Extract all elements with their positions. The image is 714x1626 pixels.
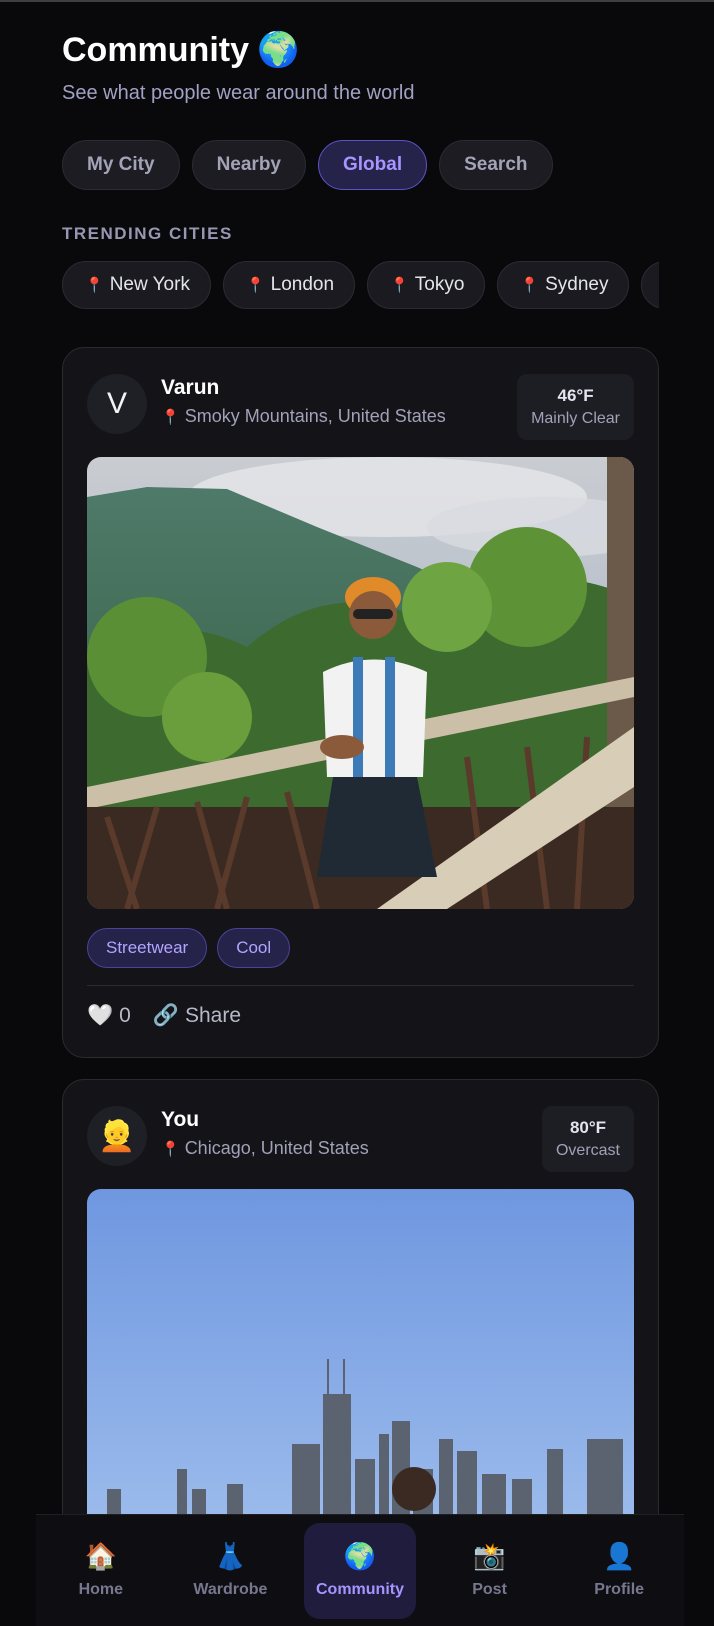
city-name: Tokyo <box>414 274 465 295</box>
pin-icon: 📍 <box>520 277 540 294</box>
nav-community[interactable]: 🌍 Community <box>303 1523 416 1619</box>
city-chip-new-york[interactable]: 📍 New York <box>62 261 211 309</box>
dress-icon: 👗 <box>214 1541 247 1571</box>
city-chip-london[interactable]: 📍 London <box>222 261 356 309</box>
nav-profile[interactable]: 👤 Profile <box>563 1523 675 1619</box>
feed-tabs: My City Nearby Global Search <box>62 140 553 190</box>
tab-my-city[interactable]: My City <box>62 140 180 190</box>
pin-icon: 📍 <box>161 1140 180 1158</box>
weather-badge: 80°F Overcast <box>541 1106 634 1172</box>
city-chip-sydney[interactable]: 📍 Sydney <box>497 261 630 309</box>
home-icon: 🏠 <box>84 1541 117 1571</box>
nav-label: Wardrobe <box>193 1581 268 1598</box>
tab-global[interactable]: Global <box>318 140 428 190</box>
camera-icon: 📸 <box>473 1541 506 1571</box>
outfit-photo-mountains <box>87 457 634 909</box>
post-location: 📍 Chicago, United States <box>161 1138 369 1159</box>
post-photo[interactable] <box>87 457 634 909</box>
post-header: 👱 You 📍 Chicago, United States 80°F Over… <box>87 1106 634 1172</box>
share-button[interactable]: 🔗 Share <box>153 1004 241 1028</box>
like-count: 0 <box>119 1004 131 1027</box>
like-button[interactable]: 🤍 0 <box>87 1004 131 1028</box>
post-header: V Varun 📍 Smoky Mountains, United States… <box>87 374 634 440</box>
nav-label: Profile <box>594 1581 645 1598</box>
pin-icon: 📍 <box>161 408 180 426</box>
city-chip-more[interactable]: 📍 <box>641 261 659 309</box>
nav-label: Home <box>78 1581 124 1598</box>
link-icon: 🔗 <box>152 1004 179 1027</box>
nav-label: Community <box>315 1581 404 1598</box>
avatar[interactable]: 👱 <box>87 1106 147 1166</box>
page-subtitle: See what people wear around the world <box>62 82 415 104</box>
post-location-text: Chicago, United States <box>184 1138 369 1158</box>
post-location-text: Smoky Mountains, United States <box>184 406 446 426</box>
city-chip-tokyo[interactable]: 📍 Tokyo <box>367 261 486 309</box>
divider <box>87 985 634 986</box>
tab-nearby[interactable]: Nearby <box>191 140 306 190</box>
post-tags: Streetwear Cool <box>87 928 291 968</box>
post-author[interactable]: Varun <box>161 376 219 400</box>
post-actions: 🤍 0 🔗 Share <box>87 1004 241 1028</box>
city-name: New York <box>109 274 190 295</box>
heart-icon: 🤍 <box>87 1004 114 1027</box>
post-location: 📍 Smoky Mountains, United States <box>161 406 446 427</box>
weather-condition: Overcast <box>555 1142 620 1159</box>
community-page: Community 🌍 See what people wear around … <box>0 0 714 1626</box>
top-border <box>0 0 714 2</box>
page-title: Community <box>62 30 249 69</box>
pin-icon: 📍 <box>390 277 409 294</box>
post-card: V Varun 📍 Smoky Mountains, United States… <box>62 347 659 1058</box>
city-name: London <box>270 274 335 295</box>
city-name: Sydney <box>545 274 609 295</box>
trending-cities-label: TRENDING CITIES <box>62 224 233 243</box>
weather-temp: 46°F <box>557 386 594 405</box>
nav-wardrobe[interactable]: 👗 Wardrobe <box>174 1523 286 1619</box>
tab-search[interactable]: Search <box>439 140 553 190</box>
bottom-navigation: 🏠 Home 👗 Wardrobe 🌍 Community 📸 Post 👤 P… <box>36 1514 684 1626</box>
post-author[interactable]: You <box>161 1108 199 1132</box>
tag-chip[interactable]: Cool <box>217 928 291 968</box>
nav-post[interactable]: 📸 Post <box>434 1523 546 1619</box>
profile-icon: 👤 <box>602 1541 636 1571</box>
nav-home[interactable]: 🏠 Home <box>45 1523 157 1619</box>
share-label: Share <box>185 1004 242 1027</box>
trending-cities-list[interactable]: 📍 New York 📍 London 📍 Tokyo 📍 Sydney 📍 <box>62 261 659 311</box>
tag-chip[interactable]: Streetwear <box>87 928 208 968</box>
globe-icon: 🌍 <box>343 1541 377 1571</box>
pin-icon: 📍 <box>245 277 265 294</box>
nav-label: Post <box>472 1581 507 1598</box>
globe-icon: 🌍 <box>257 31 300 69</box>
avatar[interactable]: V <box>87 374 147 434</box>
pin-icon: 📍 <box>85 277 104 294</box>
weather-condition: Mainly Clear <box>531 410 620 427</box>
page-title-row: Community 🌍 <box>62 30 299 70</box>
weather-badge: 46°F Mainly Clear <box>517 374 634 440</box>
weather-temp: 80°F <box>569 1118 607 1137</box>
